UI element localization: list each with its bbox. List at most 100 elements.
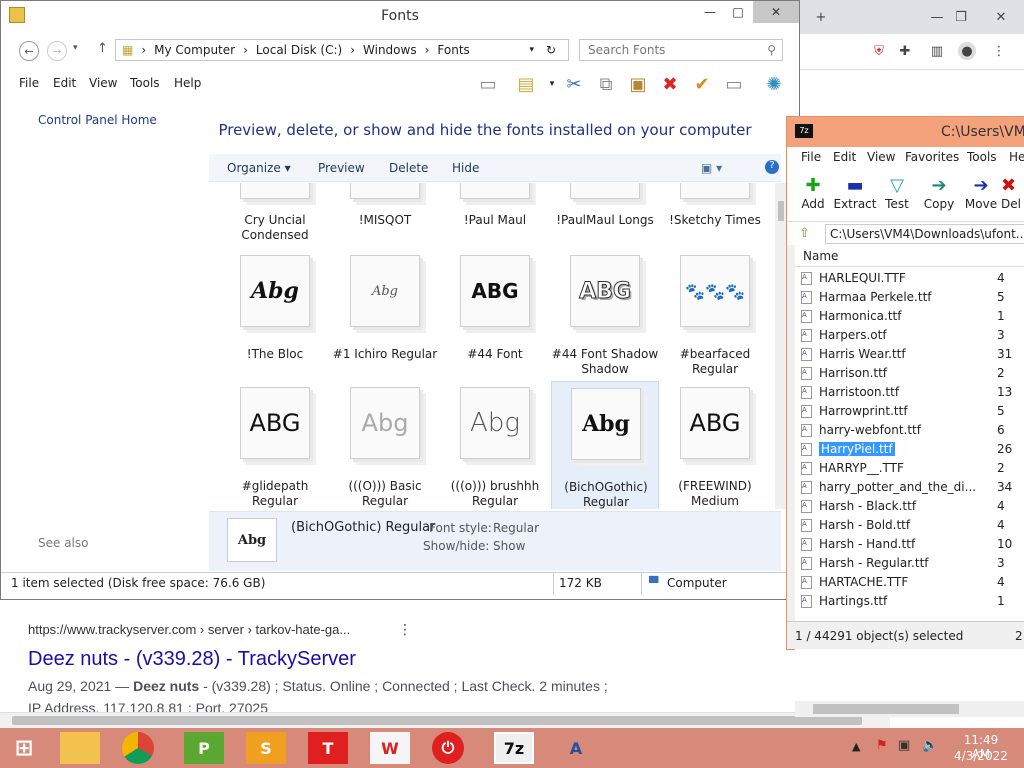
delete-button[interactable]: ✖ Del (1001, 175, 1024, 211)
copy-icon[interactable]: ⧉ (595, 73, 617, 95)
extension-icon[interactable]: ⛨ (870, 42, 888, 60)
font-tile[interactable]: Abg #1 Ichiro Regular (331, 255, 439, 375)
crumb-local-disk[interactable]: Local Disk (C:) (256, 43, 342, 57)
crumb-windows[interactable]: Windows (363, 43, 417, 57)
chrome-taskbar-icon[interactable] (122, 732, 154, 764)
scrollbar-thumb[interactable] (12, 716, 862, 725)
file-row[interactable]: A HARTACHE.TTF 4 (797, 573, 1024, 592)
font-tile[interactable]: ABG (FREEWIND) Medium (661, 387, 769, 509)
7zip-menu-view[interactable]: View (867, 150, 895, 164)
file-row[interactable]: A Harpers.otf 3 (797, 326, 1024, 345)
font-tile[interactable]: ABG #44 Font Shadow Shadow (551, 255, 659, 376)
search-input[interactable]: Search Fonts ⚲ (579, 39, 783, 61)
profile-avatar-icon[interactable]: ● (958, 42, 976, 60)
menu-help[interactable]: Help (174, 76, 201, 90)
file-row[interactable]: A Harmaa Perkele.ttf 5 (797, 288, 1024, 307)
font-tile[interactable]: Abg (((o))) brushhh Regular (441, 387, 549, 509)
test-button[interactable]: ▽ Test (875, 175, 919, 211)
7zip-menu-favorites[interactable]: Favorites (905, 150, 959, 164)
file-row[interactable]: A Harris Wear.ttf 31 (797, 345, 1024, 364)
paste-icon[interactable]: ▣ (627, 73, 649, 95)
7zip-menu-help[interactable]: He (1009, 150, 1024, 164)
organize-button[interactable]: Organize ▾ (227, 161, 291, 175)
7zip-menu-file[interactable]: File (801, 150, 821, 164)
menu-view[interactable]: View (89, 76, 117, 90)
folder-options-icon[interactable]: ▤ (515, 73, 537, 95)
font-tile[interactable]: 🐾🐾🐾 #bearfaced Regular (661, 255, 769, 376)
up-arrow-icon[interactable]: ↑ (97, 41, 108, 56)
file-row[interactable]: Aharry-webfont.ttf 6 (797, 421, 1024, 440)
file-row[interactable]: A Harsh - Bold.ttf 4 (797, 516, 1024, 535)
7zip-path-input[interactable]: C:\Users\VM4\Downloads\ufont... (825, 224, 1024, 244)
file-row[interactable]: A Harsh - Hand.ttf 10 (797, 535, 1024, 554)
wps-presentation-taskbar-icon[interactable]: P (184, 732, 224, 764)
file-row[interactable]: A Harsh - Regular.ttf 3 (797, 554, 1024, 573)
layout-icon[interactable]: ▭ (477, 73, 499, 95)
refresh-icon[interactable]: ↻ (546, 43, 556, 57)
name-column-header[interactable]: Name (795, 245, 1024, 267)
maximize-button[interactable]: □ (723, 1, 753, 23)
wps-office-taskbar-icon[interactable]: W (370, 732, 410, 764)
7zip-menu-edit[interactable]: Edit (833, 150, 856, 164)
up-folder-icon[interactable]: ⇧ (799, 226, 810, 241)
wps-spreadsheet-taskbar-icon[interactable]: S (246, 732, 286, 764)
back-button[interactable]: ← (19, 41, 39, 61)
move-button[interactable]: ➔ Move (959, 175, 1003, 211)
wps-writer-taskbar-icon[interactable]: T (308, 732, 348, 764)
font-tile[interactable]: Abg !The Bloc (221, 255, 329, 375)
puzzle-extensions-icon[interactable]: ✚ (896, 42, 914, 60)
font-tile[interactable]: ABG #44 Font (441, 255, 549, 375)
volume-icon[interactable]: 🔈 (922, 738, 938, 753)
add-button[interactable]: ✚ Add (791, 175, 835, 211)
file-row[interactable]: A HARLEQUI.TTF 4 (797, 269, 1024, 288)
minimize-button[interactable]: — (695, 1, 725, 23)
file-row[interactable]: A Harsh - Black.ttf 4 (797, 497, 1024, 516)
flag-icon[interactable]: ⚑ (876, 738, 888, 753)
browser-horizontal-scrollbar[interactable] (0, 712, 890, 728)
result-title-link[interactable]: Deez nuts - (v339.28) - TrackyServer (28, 648, 356, 671)
start-button[interactable]: ⊞ (4, 732, 44, 764)
7zip-hscrollbar[interactable] (795, 701, 1024, 717)
7zip-taskbar-icon[interactable]: 7z (494, 732, 534, 764)
file-row[interactable]: A Hartings.ttf 1 (797, 592, 1024, 611)
hide-button[interactable]: Hide (452, 161, 479, 175)
close-button[interactable]: ✕ (753, 1, 799, 23)
file-row-selected[interactable]: A HarryPiel.ttf 26 (797, 440, 1024, 459)
address-breadcrumb[interactable]: ▦ › My Computer › Local Disk (C:) › Window… (115, 39, 569, 61)
shell-icon[interactable]: ✺ (763, 73, 785, 95)
result-more-icon[interactable]: ⋮ (398, 622, 412, 638)
properties-icon[interactable]: ▭ (723, 73, 745, 95)
font-tile-selected[interactable]: Abg (BichOGothic) Regular (551, 381, 659, 509)
delete-button[interactable]: Delete (389, 161, 428, 175)
crumb-fonts[interactable]: Fonts (437, 43, 469, 57)
file-row[interactable]: A Harrowprint.ttf 5 (797, 402, 1024, 421)
control-panel-home-link[interactable]: Control Panel Home (38, 113, 157, 127)
checkmark-icon[interactable]: ✔ (691, 73, 713, 95)
network-icon[interactable]: ▣ (898, 738, 910, 753)
chrome-restore-button[interactable]: ❐ (952, 8, 970, 26)
view-options-icon[interactable]: ▣ ▾ (701, 161, 722, 175)
dropdown-icon[interactable]: ▾ (541, 73, 563, 95)
recent-dropdown-icon[interactable]: ▾ (73, 43, 78, 53)
extract-button[interactable]: ▬ Extract (833, 175, 877, 211)
file-row[interactable]: A HARRYP__.TTF 2 (797, 459, 1024, 478)
delete-icon[interactable]: ✖ (659, 73, 681, 95)
file-explorer-taskbar-icon[interactable] (60, 732, 100, 764)
scrollbar-thumb[interactable] (778, 201, 784, 221)
chrome-minimize-button[interactable]: — (928, 8, 946, 26)
address-dropdown-icon[interactable]: ▾ (529, 45, 534, 55)
file-row[interactable]: Aharry_potter_and_the_di... 34 (797, 478, 1024, 497)
file-row[interactable]: A Harrison.ttf 2 (797, 364, 1024, 383)
copy-button[interactable]: ➔ Copy (917, 175, 961, 211)
cut-icon[interactable]: ✂ (563, 73, 585, 95)
file-row[interactable]: A Harmonica.ttf 1 (797, 307, 1024, 326)
chrome-close-button[interactable]: ✕ (992, 8, 1010, 26)
menu-file[interactable]: File (19, 76, 39, 90)
new-tab-button[interactable]: + (812, 8, 830, 26)
chrome-menu-icon[interactable]: ⋮ (990, 42, 1008, 60)
power-taskbar-icon[interactable]: ⏻ (432, 732, 464, 764)
menu-edit[interactable]: Edit (53, 76, 76, 90)
menu-tools[interactable]: Tools (130, 76, 160, 90)
result-url[interactable]: https://www.trackyserver.com › server › … (28, 622, 350, 637)
7zip-menu-tools[interactable]: Tools (967, 150, 997, 164)
